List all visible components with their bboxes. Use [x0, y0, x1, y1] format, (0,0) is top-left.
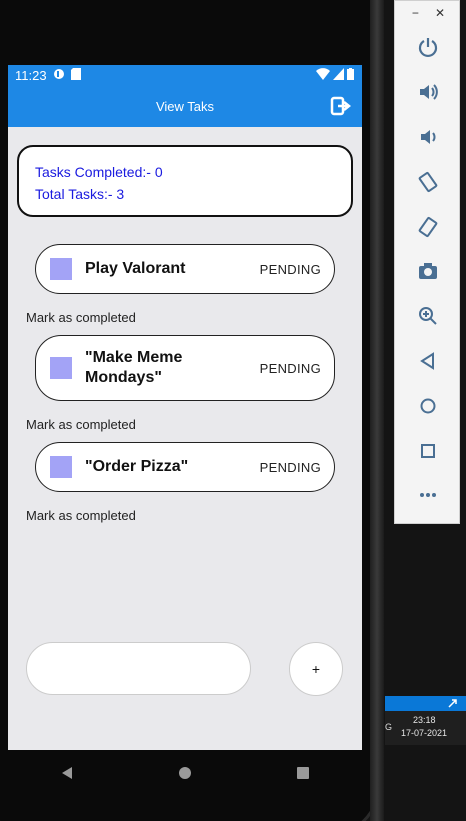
status-time: 11:23 — [15, 67, 47, 83]
mark-as-completed-link[interactable]: Mark as completed — [26, 417, 136, 432]
task-checkbox[interactable] — [50, 357, 72, 379]
logout-icon[interactable] — [330, 95, 352, 117]
sd-card-icon — [70, 67, 81, 83]
screenshot-button[interactable] — [395, 249, 461, 294]
signal-icon — [333, 68, 344, 80]
task-status: PENDING — [259, 360, 321, 376]
recents-nav-icon[interactable] — [296, 766, 310, 780]
windows-taskbar: G 23:18 17-07-2021 — [385, 711, 466, 745]
emulator-toolbar: − ✕ — [394, 0, 460, 524]
home-nav-icon[interactable] — [178, 766, 192, 780]
task-status: PENDING — [259, 459, 321, 475]
task-card[interactable]: "Order Pizza" PENDING — [35, 442, 335, 492]
volume-up-icon — [420, 84, 438, 100]
emulator-window-controls: − ✕ — [395, 1, 459, 25]
task-card[interactable]: Play Valorant PENDING — [35, 244, 335, 294]
power-button[interactable] — [395, 25, 461, 70]
notification-icon — [53, 68, 65, 83]
app-bar: View Taks — [8, 85, 362, 127]
status-bar: 11:23 — [8, 65, 362, 85]
phone-side-edge — [370, 0, 384, 821]
taskbar-label: G — [385, 722, 393, 732]
total-tasks-text: Total Tasks:- 3 — [35, 186, 125, 202]
rotate-right-icon — [418, 216, 438, 237]
task-checkbox[interactable] — [50, 456, 72, 478]
mark-as-completed-link[interactable]: Mark as completed — [26, 310, 136, 325]
task-checkbox[interactable] — [50, 258, 72, 280]
app-title: View Taks — [155, 98, 215, 114]
android-screen: 11:23 View Taks Tasks Completed:- 0 Tota… — [8, 65, 362, 750]
minimize-button[interactable]: − — [412, 6, 419, 20]
volume-down-icon — [421, 129, 436, 144]
tasks-completed-text: Tasks Completed:- 0 — [35, 164, 163, 180]
zoom-icon — [419, 307, 437, 325]
power-icon — [418, 38, 438, 58]
more-icon — [420, 493, 436, 498]
task-summary-card: Tasks Completed:- 0 Total Tasks:- 3 — [17, 145, 353, 217]
camera-icon — [419, 263, 437, 280]
battery-icon — [347, 68, 354, 80]
add-task-button[interactable]: + — [289, 642, 343, 696]
wifi-icon — [316, 68, 330, 80]
more-button[interactable] — [395, 473, 461, 518]
task-title: "Order Pizza" — [85, 458, 189, 475]
zoom-button[interactable] — [395, 294, 461, 339]
task-title: "Make Meme Mondays" — [85, 349, 183, 386]
rotate-right-button[interactable] — [395, 204, 461, 249]
back-nav-icon[interactable] — [60, 766, 74, 780]
android-nav-bar — [8, 750, 362, 795]
rotate-left-button[interactable] — [395, 159, 461, 204]
home-button[interactable] — [395, 383, 461, 428]
close-button[interactable]: ✕ — [435, 6, 445, 20]
task-title: Play Valorant — [85, 260, 186, 277]
task-card[interactable]: "Make Meme Mondays" PENDING — [35, 335, 335, 401]
volume-down-button[interactable] — [395, 115, 461, 160]
taskbar-time[interactable]: 23:18 — [413, 715, 436, 725]
mark-as-completed-link[interactable]: Mark as completed — [26, 508, 136, 523]
overview-button[interactable] — [395, 428, 461, 473]
taskbar-notification-strip — [385, 696, 466, 711]
task-status: PENDING — [259, 261, 321, 277]
back-button[interactable] — [395, 339, 461, 384]
overview-icon — [421, 443, 435, 458]
rotate-left-icon — [418, 171, 438, 192]
home-icon — [420, 398, 436, 414]
back-icon — [420, 352, 434, 370]
notification-icon[interactable] — [447, 698, 458, 709]
new-task-input[interactable] — [26, 642, 251, 695]
volume-up-button[interactable] — [395, 70, 461, 115]
taskbar-date[interactable]: 17-07-2021 — [401, 728, 447, 738]
